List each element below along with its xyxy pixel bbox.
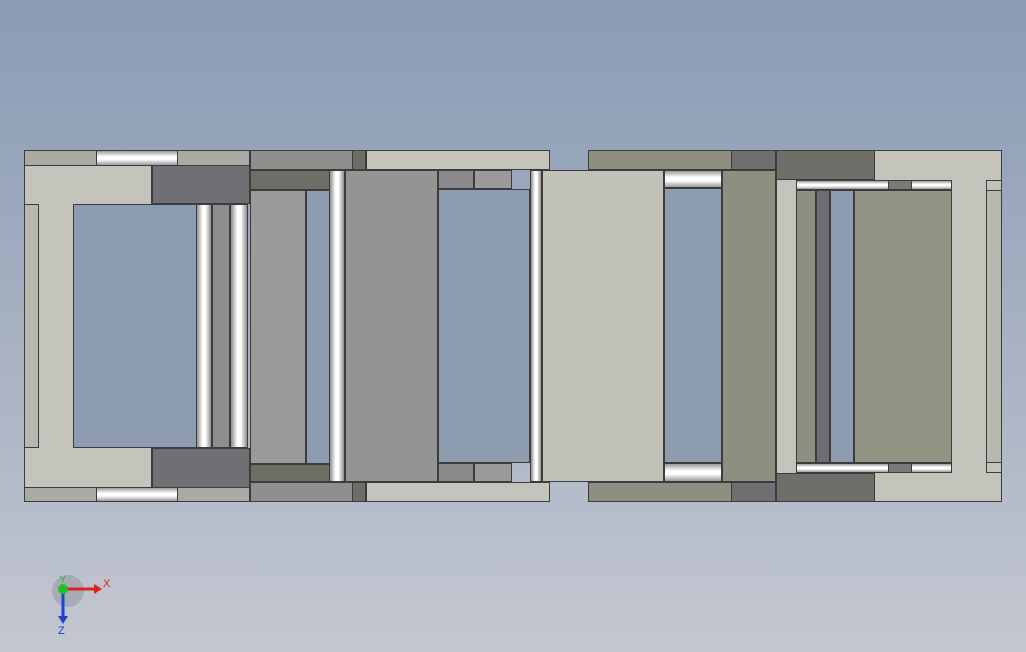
link5-top-pin: [796, 180, 952, 190]
link2-frame-bottom: [250, 482, 366, 502]
x-axis-label: X: [103, 578, 111, 590]
orientation-triad[interactable]: X Y Z: [50, 572, 120, 638]
link3-window: [438, 189, 530, 463]
link2-inner-plate: [250, 190, 306, 464]
link1-dark-block-top: [152, 165, 250, 204]
triad-shadow: [52, 575, 84, 607]
link3-side-panel: [345, 170, 438, 482]
link3-frame-bottom: [366, 482, 550, 502]
link3-block-top-1: [438, 170, 474, 189]
link5-pin-block-top: [888, 180, 912, 190]
link4-side-plate: [722, 170, 776, 482]
link5-bottom-pin: [796, 463, 952, 473]
link5-pin-block-bottom: [888, 463, 912, 473]
link2-window: [306, 190, 330, 464]
cad-viewport[interactable]: X Y Z: [0, 0, 1026, 652]
y-axis-label: Y: [59, 574, 67, 586]
triad-graphic: X Y Z: [52, 574, 111, 637]
link2-notch-top: [352, 150, 366, 170]
link3-crossbar: [530, 170, 542, 482]
link2-frame-top: [250, 150, 366, 170]
link2-crossbar: [329, 170, 345, 482]
link3-block-bottom-1: [438, 463, 474, 482]
link4-window: [664, 188, 722, 463]
link1-crossbar-2: [230, 204, 248, 448]
link5-rail-2: [816, 190, 830, 463]
link1-end-tab: [24, 204, 39, 448]
link1-dark-block-bottom: [152, 448, 250, 488]
link1-crossbar-gap: [212, 204, 230, 448]
link5-rail-1: [796, 190, 816, 463]
link1-bottom-pin: [96, 487, 178, 502]
link5-dark-top: [776, 150, 875, 180]
link3-block-top-2: [474, 170, 512, 189]
link4-top-pin: [664, 170, 722, 188]
link1-window: [73, 204, 199, 448]
z-axis-arrow: [58, 616, 68, 624]
link5-inner-panel: [854, 190, 952, 463]
x-axis-arrow: [94, 584, 102, 594]
link2-notch-bottom: [352, 482, 366, 502]
link3-frame-top: [366, 150, 550, 170]
link5-dark-bottom: [776, 473, 875, 502]
link5-window: [830, 190, 854, 463]
link1-crossbar-1: [196, 204, 212, 448]
link4-bottom-pin: [664, 463, 722, 482]
link1-top-pin: [96, 150, 178, 166]
link4-center-panel: [542, 170, 664, 482]
link4-corner-bottom: [731, 482, 776, 502]
link4-corner-top: [731, 150, 776, 170]
z-axis-label: Z: [58, 625, 65, 637]
link5-end-slot: [986, 190, 1002, 463]
link3-block-bottom-2: [474, 463, 512, 482]
